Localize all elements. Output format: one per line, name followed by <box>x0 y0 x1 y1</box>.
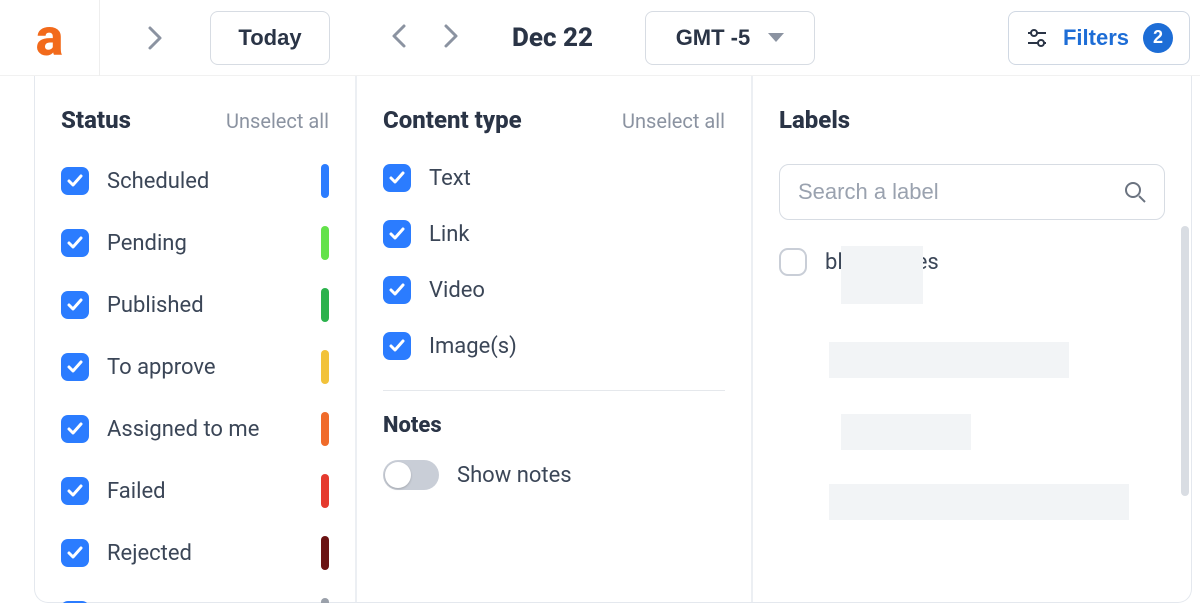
status-color-bar <box>321 474 329 508</box>
chevron-down-icon <box>768 33 784 42</box>
divider <box>383 390 725 391</box>
status-option-label: Scheduled <box>107 169 303 194</box>
status-option-label: Assigned to me <box>107 417 303 442</box>
label-option[interactable]: blog shares <box>779 248 1165 276</box>
filters-count-badge: 2 <box>1143 23 1173 53</box>
status-color-bar <box>321 536 329 570</box>
notes-title: Notes <box>383 413 725 438</box>
status-color-bar <box>321 226 329 260</box>
status-option-label: Pending <box>107 231 303 256</box>
status-color-bar <box>321 288 329 322</box>
content-type-unselect-all[interactable]: Unselect all <box>622 109 725 133</box>
label-search-input[interactable] <box>798 179 1124 205</box>
content-type-option-label: Text <box>429 166 725 191</box>
next-day-button[interactable] <box>442 22 460 54</box>
checkbox[interactable] <box>61 477 89 505</box>
status-color-bar <box>321 598 329 603</box>
checkbox[interactable] <box>383 164 411 192</box>
content-type-option-label: Image(s) <box>429 334 725 359</box>
chevron-right-icon <box>146 24 164 52</box>
sliders-icon <box>1025 26 1049 50</box>
status-unselect-all[interactable]: Unselect all <box>226 109 329 133</box>
status-color-bar <box>321 412 329 446</box>
content-type-column: Content type Unselect all Text Link Video I… <box>357 76 753 602</box>
filters-panel: Status Unselect all Scheduled Pending Publ… <box>34 76 1192 603</box>
status-option[interactable]: To approve <box>61 350 329 384</box>
show-notes-row: Show notes <box>383 460 725 490</box>
content-type-option-label: Video <box>429 278 725 303</box>
status-option[interactable]: Scheduled <box>61 164 329 198</box>
checkbox[interactable] <box>383 220 411 248</box>
label-search[interactable] <box>779 164 1165 220</box>
status-option[interactable]: Published <box>61 288 329 322</box>
status-option-label: To approve <box>107 355 303 380</box>
status-color-bar <box>321 350 329 384</box>
checkbox[interactable] <box>383 332 411 360</box>
content-type-title: Content type <box>383 106 522 134</box>
status-option[interactable]: Draft <box>61 598 329 603</box>
chevron-left-icon <box>390 22 408 50</box>
content-type-option[interactable]: Link <box>383 220 725 248</box>
today-button[interactable]: Today <box>210 11 330 65</box>
checkbox[interactable] <box>61 291 89 319</box>
status-color-bar <box>321 164 329 198</box>
checkbox[interactable] <box>383 276 411 304</box>
content-type-option-label: Link <box>429 222 725 247</box>
content-type-option[interactable]: Text <box>383 164 725 192</box>
status-option[interactable]: Pending <box>61 226 329 260</box>
checkbox[interactable] <box>61 415 89 443</box>
logo[interactable]: a <box>0 0 100 76</box>
status-option-label: Published <box>107 293 303 318</box>
status-option-label: Failed <box>107 479 303 504</box>
status-option[interactable]: Assigned to me <box>61 412 329 446</box>
labels-title: Labels <box>779 106 850 134</box>
current-date: Dec 22 <box>512 23 593 53</box>
checkbox[interactable] <box>779 248 807 276</box>
status-option-label: Rejected <box>107 541 303 566</box>
checkbox[interactable] <box>61 539 89 567</box>
timezone-label: GMT -5 <box>676 25 751 51</box>
timezone-select[interactable]: GMT -5 <box>645 11 815 65</box>
status-option[interactable]: Rejected <box>61 536 329 570</box>
content-type-option[interactable]: Image(s) <box>383 332 725 360</box>
status-column: Status Unselect all Scheduled Pending Publ… <box>35 76 357 602</box>
chevron-right-icon <box>442 22 460 50</box>
content-type-option[interactable]: Video <box>383 276 725 304</box>
status-title: Status <box>61 106 131 134</box>
checkbox[interactable] <box>61 353 89 381</box>
checkbox[interactable] <box>61 229 89 257</box>
filters-label: Filters <box>1063 25 1129 51</box>
show-notes-toggle[interactable] <box>383 460 439 490</box>
show-notes-label: Show notes <box>457 463 572 488</box>
prev-day-button[interactable] <box>390 22 408 54</box>
search-icon <box>1124 181 1146 203</box>
labels-column: Labels blog shares <box>753 76 1191 602</box>
date-nav <box>390 22 460 54</box>
filters-button[interactable]: Filters 2 <box>1008 11 1190 65</box>
status-option[interactable]: Failed <box>61 474 329 508</box>
top-bar: a Today Dec 22 GMT -5 Filters 2 <box>0 0 1200 76</box>
sidebar-expand[interactable] <box>100 24 210 52</box>
checkbox[interactable] <box>61 167 89 195</box>
